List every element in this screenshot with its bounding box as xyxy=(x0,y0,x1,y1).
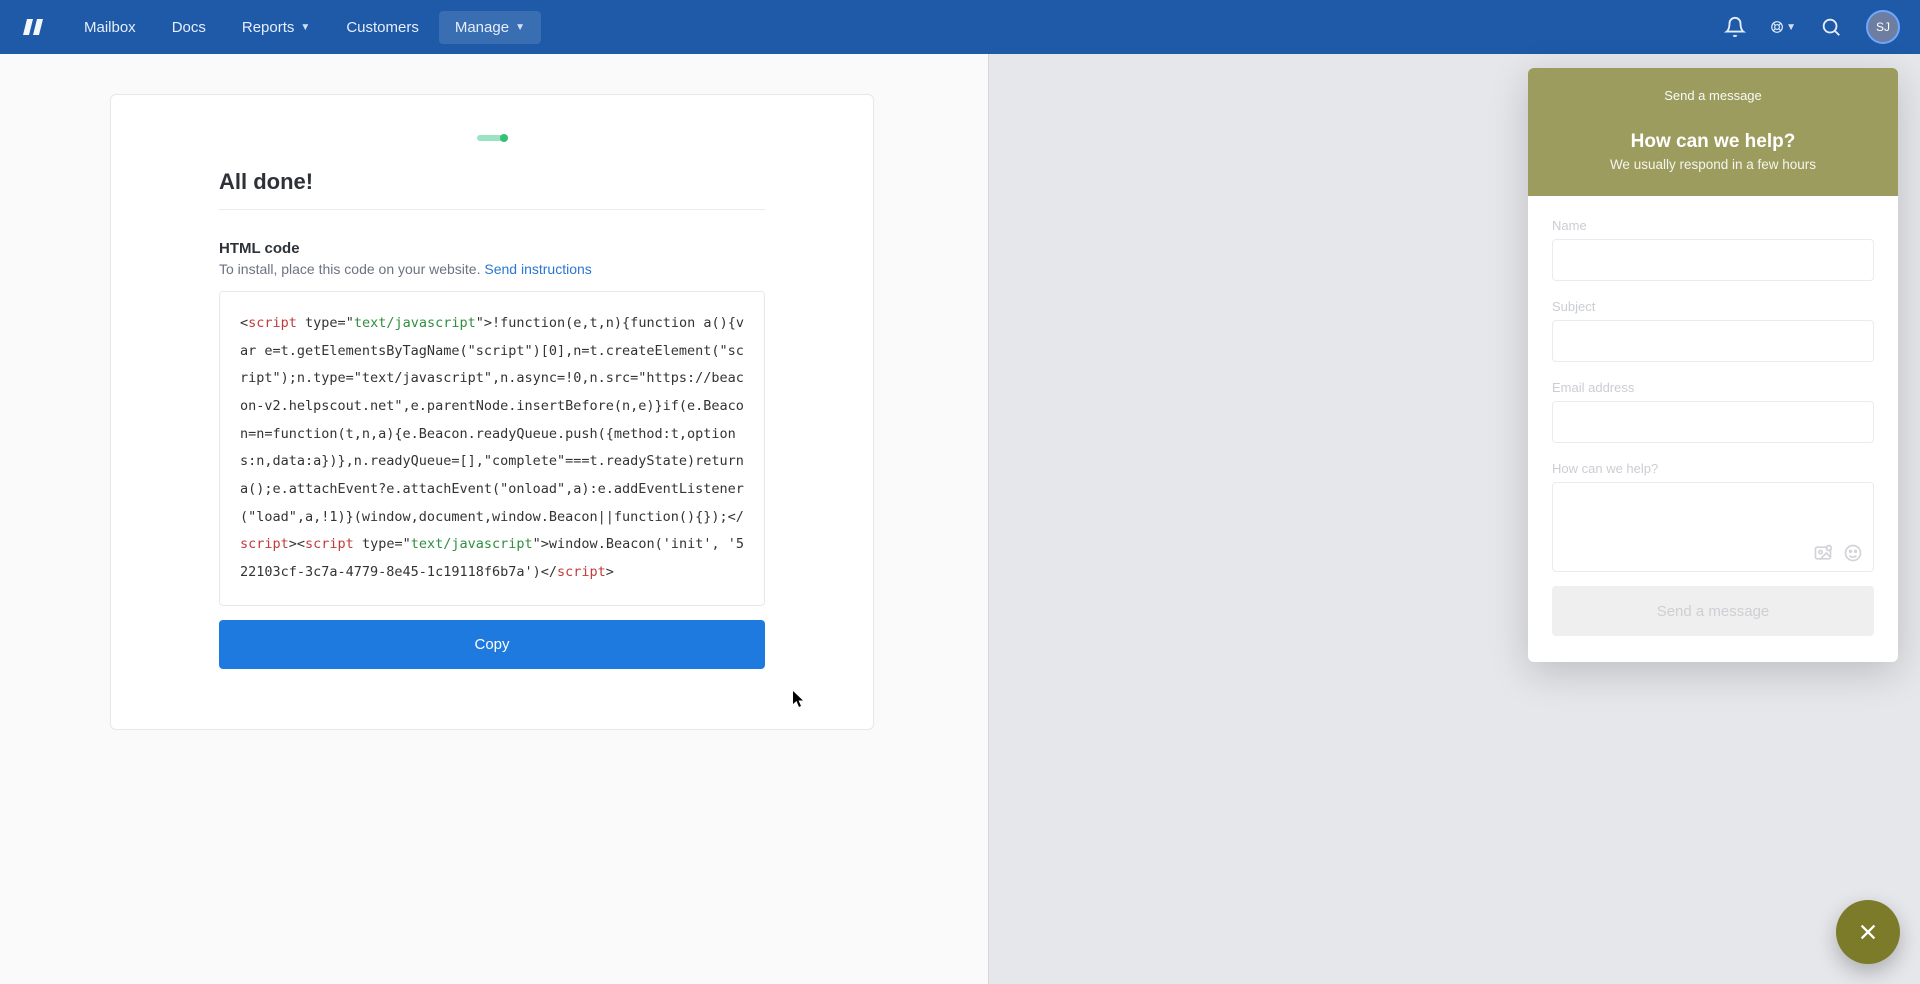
top-nav: Mailbox Docs Reports ▼ Customers Manage … xyxy=(0,0,1920,54)
avatar-initials: SJ xyxy=(1876,20,1890,34)
section-label: HTML code xyxy=(219,240,765,257)
left-pane: All done! HTML code To install, place th… xyxy=(0,54,988,984)
logo-icon xyxy=(21,15,45,39)
card-title: All done! xyxy=(219,169,765,195)
nav-label: Reports xyxy=(242,19,295,36)
beacon-header-sub: We usually respond in a few hours xyxy=(1546,157,1880,172)
beacon-body: Name Subject Email address How can we he… xyxy=(1528,196,1898,662)
close-icon xyxy=(1857,921,1879,943)
nav-mailbox[interactable]: Mailbox xyxy=(68,11,152,44)
nav-customers[interactable]: Customers xyxy=(330,11,435,44)
nav-manage[interactable]: Manage ▼ xyxy=(439,11,541,44)
nav-label: Manage xyxy=(455,19,509,36)
right-pane: Send a message How can we help? We usual… xyxy=(988,54,1920,984)
avatar[interactable]: SJ xyxy=(1866,10,1900,44)
name-input[interactable] xyxy=(1552,239,1874,281)
email-input[interactable] xyxy=(1552,401,1874,443)
field-label-message: How can we help? xyxy=(1552,461,1874,476)
chevron-down-icon: ▼ xyxy=(515,22,525,33)
nav-reports[interactable]: Reports ▼ xyxy=(226,11,326,44)
lifebuoy-icon xyxy=(1770,16,1784,38)
install-card: All done! HTML code To install, place th… xyxy=(110,94,874,730)
bell-icon xyxy=(1724,16,1746,38)
beacon-widget: Send a message How can we help? We usual… xyxy=(1528,68,1898,662)
nav-label: Docs xyxy=(172,19,206,36)
emoji-icon[interactable] xyxy=(1843,543,1863,563)
chevron-down-icon: ▼ xyxy=(1786,22,1796,33)
beacon-header: Send a message How can we help? We usual… xyxy=(1528,68,1898,196)
subject-input[interactable] xyxy=(1552,320,1874,362)
help-menu[interactable]: ▼ xyxy=(1770,14,1796,40)
topbar-right: ▼ SJ xyxy=(1722,10,1900,44)
message-textarea[interactable] xyxy=(1552,482,1874,572)
send-message-button[interactable]: Send a message xyxy=(1552,586,1874,636)
beacon-header-small: Send a message xyxy=(1546,88,1880,103)
field-label-name: Name xyxy=(1552,218,1874,233)
logo[interactable] xyxy=(20,14,46,40)
code-snippet[interactable]: <script type="text/javascript">!function… xyxy=(219,291,765,606)
subtext-prefix: To install, place this code on your webs… xyxy=(219,261,484,277)
send-instructions-link[interactable]: Send instructions xyxy=(484,261,591,277)
notifications-button[interactable] xyxy=(1722,14,1748,40)
nav-label: Mailbox xyxy=(84,19,136,36)
nav-label: Customers xyxy=(346,19,419,36)
field-label-subject: Subject xyxy=(1552,299,1874,314)
beacon-close-fab[interactable] xyxy=(1836,900,1900,964)
chevron-down-icon: ▼ xyxy=(300,22,310,33)
nav-items: Mailbox Docs Reports ▼ Customers Manage … xyxy=(68,11,541,44)
nav-docs[interactable]: Docs xyxy=(156,11,222,44)
field-label-email: Email address xyxy=(1552,380,1874,395)
section-subtext: To install, place this code on your webs… xyxy=(219,261,765,277)
progress-indicator xyxy=(477,135,507,141)
beacon-header-title: How can we help? xyxy=(1546,131,1880,153)
copy-button[interactable]: Copy xyxy=(219,620,765,669)
search-icon xyxy=(1820,16,1842,38)
search-button[interactable] xyxy=(1818,14,1844,40)
divider xyxy=(219,209,765,210)
attach-image-icon[interactable] xyxy=(1813,543,1833,563)
